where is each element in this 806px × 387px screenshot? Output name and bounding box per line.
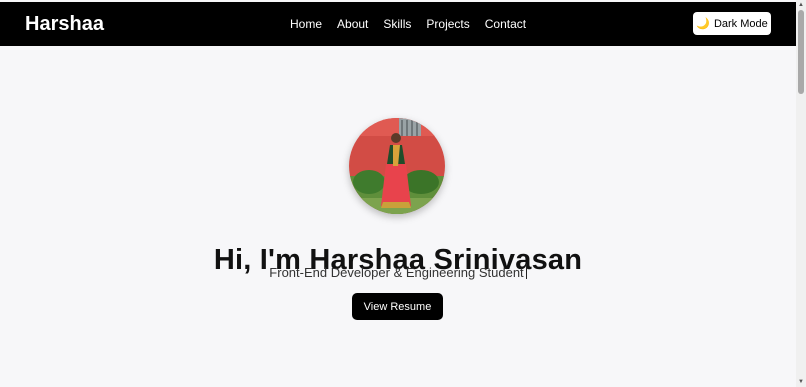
hero-subtitle-text: Front-End Developer & Engineering Studen…	[269, 265, 524, 280]
typing-cursor	[525, 264, 527, 279]
nav-link-skills[interactable]: Skills	[383, 15, 411, 33]
dark-mode-toggle-button[interactable]: 🌙 Dark Mode	[693, 12, 771, 35]
scrollbar-thumb[interactable]	[798, 10, 804, 94]
nav-link-about[interactable]: About	[337, 15, 368, 33]
profile-photo	[349, 118, 445, 214]
nav-link-projects[interactable]: Projects	[426, 15, 469, 33]
nav-links: Home About Skills Projects Contact	[290, 15, 541, 33]
moon-icon: 🌙	[696, 18, 710, 30]
top-navbar: Harshaa Home About Skills Projects Conta…	[0, 2, 796, 46]
portfolio-page: Harshaa Home About Skills Projects Conta…	[0, 0, 806, 387]
scroll-down-arrow-icon[interactable]: ▼	[797, 378, 805, 386]
hero-subtitle: Front-End Developer & Engineering Studen…	[0, 264, 796, 282]
view-resume-button[interactable]: View Resume	[352, 293, 443, 320]
nav-link-home[interactable]: Home	[290, 15, 322, 33]
brand-logo[interactable]: Harshaa	[25, 12, 104, 36]
scroll-up-arrow-icon[interactable]: ▲	[797, 1, 805, 9]
dark-mode-label: Dark Mode	[713, 17, 768, 30]
profile-photo-image	[349, 118, 445, 214]
vertical-scrollbar[interactable]: ▲ ▼	[796, 0, 806, 387]
nav-link-contact[interactable]: Contact	[485, 15, 526, 33]
